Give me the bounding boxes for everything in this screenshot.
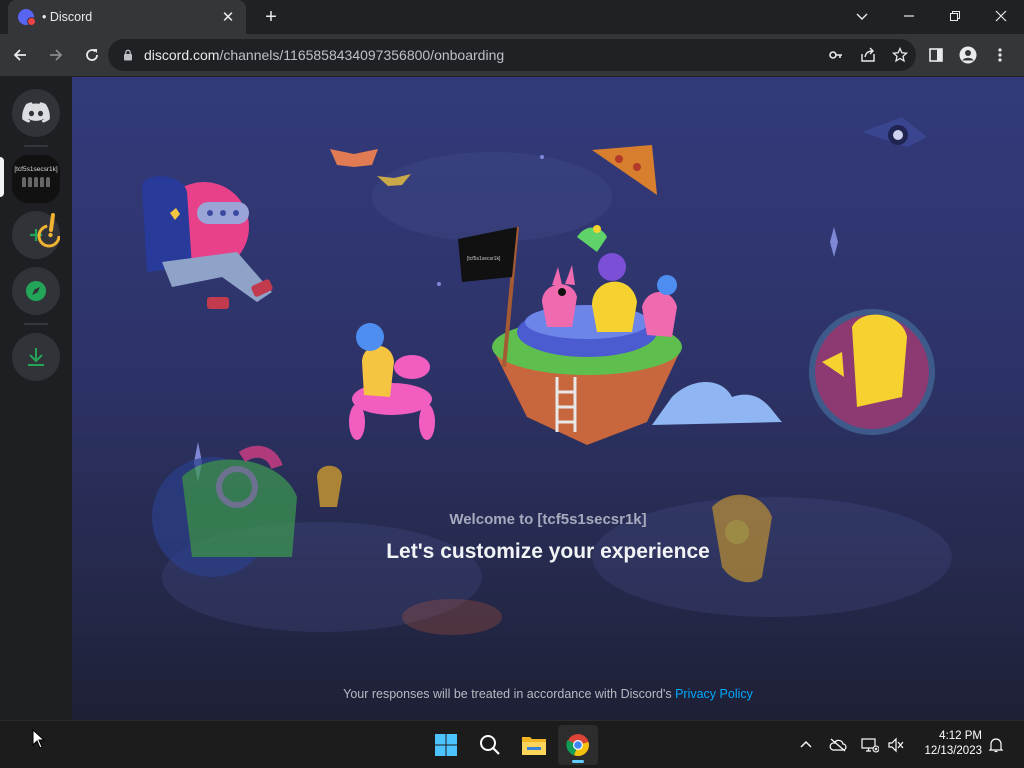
mouse-cursor-icon	[32, 729, 46, 749]
balloon-dog-character	[349, 323, 435, 440]
island-characters	[542, 225, 677, 337]
hoodie-character	[142, 176, 273, 309]
explore-servers-button[interactable]	[12, 267, 60, 315]
download-icon	[28, 348, 44, 366]
add-server-button[interactable]	[12, 211, 60, 259]
clock-date: 12/13/2023	[924, 745, 982, 757]
rail-separator	[24, 323, 48, 325]
direct-messages-button[interactable]	[12, 89, 60, 137]
discord-logo-icon	[22, 102, 50, 123]
profile-avatar-icon[interactable]	[952, 39, 984, 71]
side-panel-icon[interactable]	[920, 39, 952, 71]
bookmark-star-icon[interactable]	[884, 39, 916, 71]
browser-toolbar: discord.com/channels/1165858434097356800…	[0, 34, 1024, 76]
welcome-text: Welcome to [tcf5s1secsr1k]	[449, 511, 647, 528]
lock-icon[interactable]	[122, 49, 134, 61]
flying-books	[330, 149, 411, 186]
compass-icon	[26, 281, 46, 301]
bird-character	[862, 117, 927, 147]
privacy-notice-text: Your responses will be treated in accord…	[343, 687, 676, 701]
privacy-policy-link[interactable]: Privacy Policy	[675, 687, 753, 701]
server-rail: [tcf5s1secsr1k]	[0, 77, 72, 720]
search-button[interactable]	[470, 725, 510, 765]
notifications-bell-icon[interactable]	[984, 733, 1008, 757]
back-button[interactable]	[4, 39, 36, 71]
share-icon[interactable]	[852, 39, 884, 71]
tray-overflow-chevron-icon[interactable]	[794, 733, 818, 757]
add-server-plus-icon	[30, 213, 60, 248]
privacy-notice: Your responses will be treated in accord…	[72, 687, 1024, 701]
tab-title: • Discord	[42, 10, 93, 24]
onboarding-headline: Let's customize your experience	[386, 540, 710, 563]
selected-server-indicator	[0, 157, 4, 197]
search-icon	[480, 735, 500, 755]
flag-text: [tcf5s1secsr1k]	[467, 256, 501, 262]
browser-tab[interactable]: • Discord ✕	[8, 0, 246, 34]
windows-taskbar: 4:12 PM 12/13/2023	[0, 720, 1024, 768]
onboarding-splash: [tcf5s1secsr1k] Welcome to [tcf5s1secsr1…	[72, 77, 1024, 720]
taskbar-clock[interactable]: 4:12 PM 12/13/2023	[912, 729, 982, 759]
close-tab-icon[interactable]: ✕	[220, 8, 236, 26]
network-icon[interactable]	[858, 733, 882, 757]
start-button[interactable]	[426, 725, 466, 765]
browser-tab-strip: • Discord ✕ +	[0, 0, 1024, 34]
new-tab-button[interactable]: +	[260, 6, 282, 28]
planet-character	[809, 309, 935, 435]
url-text: discord.com/channels/1165858434097356800…	[144, 47, 505, 63]
clock-time: 4:12 PM	[939, 730, 982, 742]
tab-search-chevron-icon[interactable]	[850, 6, 874, 28]
password-key-icon[interactable]	[820, 39, 852, 71]
windows-logo-icon	[435, 734, 457, 756]
faded-bottom-object	[402, 599, 502, 635]
close-window-button[interactable]	[989, 6, 1013, 28]
chrome-icon	[566, 734, 589, 757]
reload-button[interactable]	[76, 39, 108, 71]
restore-button[interactable]	[943, 6, 967, 28]
discord-favicon-icon	[18, 9, 36, 26]
forward-button[interactable]	[40, 39, 72, 71]
onedrive-offline-icon[interactable]	[826, 733, 850, 757]
address-bar[interactable]: discord.com/channels/1165858434097356800…	[108, 39, 916, 71]
volume-muted-icon[interactable]	[884, 733, 908, 757]
file-explorer-button[interactable]	[514, 725, 554, 765]
rail-separator	[24, 145, 48, 147]
onboarding-illustration: [tcf5s1secsr1k]	[142, 117, 952, 635]
chrome-taskbar-button[interactable]	[558, 725, 598, 765]
chrome-menu-icon[interactable]	[984, 39, 1016, 71]
folder-icon	[522, 737, 546, 755]
server-icon-label: [tcf5s1secsr1k]	[14, 165, 58, 173]
server-icon-tcf5s1secsr1k[interactable]: [tcf5s1secsr1k]	[12, 155, 60, 203]
download-apps-button[interactable]	[12, 333, 60, 381]
minimize-button[interactable]	[897, 6, 921, 28]
